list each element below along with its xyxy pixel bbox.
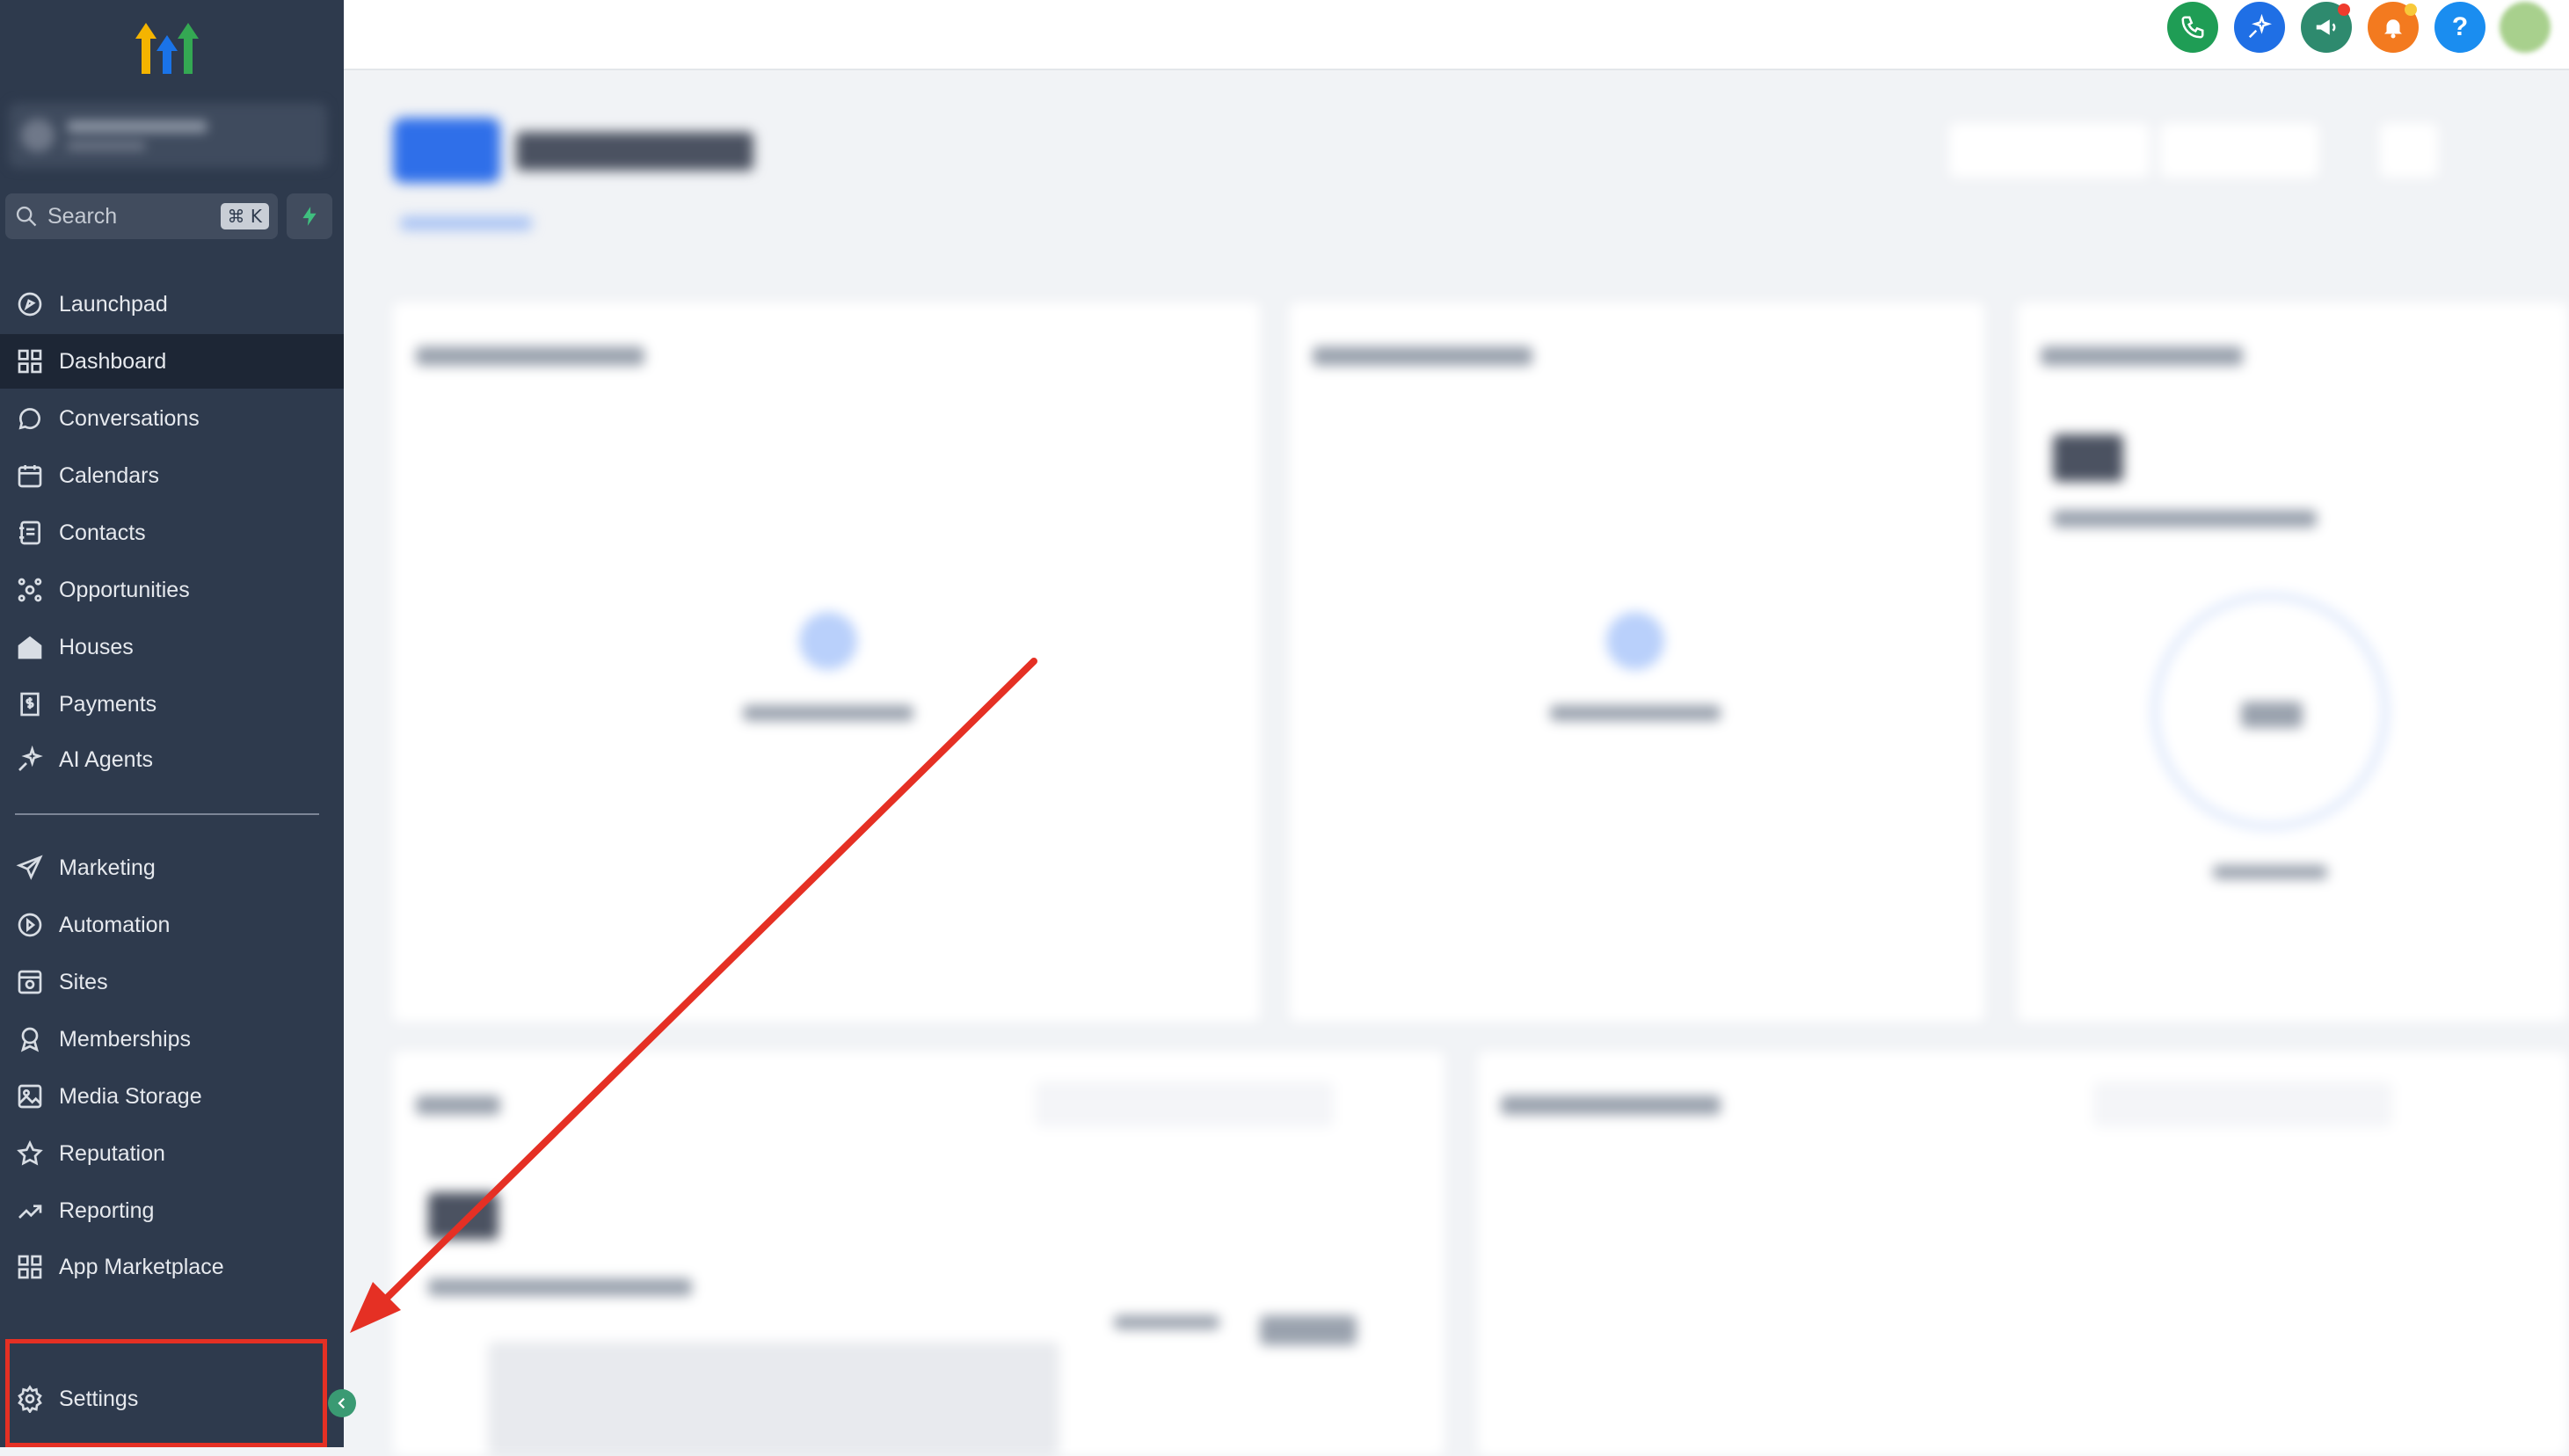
sidebar-item-label: Reporting xyxy=(59,1198,155,1223)
star-icon xyxy=(15,1139,45,1168)
sidebar-item-ai-agents[interactable]: AI Agents xyxy=(0,732,344,787)
sidebar-item-label: Dashboard xyxy=(59,348,167,374)
magic-wand-icon xyxy=(2248,14,2272,39)
payments-receipt-icon xyxy=(15,689,45,719)
sidebar-item-label: Payments xyxy=(59,691,157,717)
sidebar-item-label: Contacts xyxy=(59,520,146,545)
blurred-card xyxy=(1478,1052,2568,1456)
sidebar-item-memberships[interactable]: Memberships xyxy=(0,1012,344,1067)
sidebar-item-label: Houses xyxy=(59,634,134,659)
calendar-icon xyxy=(15,461,45,491)
search-icon xyxy=(16,206,37,227)
sidebar-item-label: Automation xyxy=(59,912,171,937)
sparkle-icon xyxy=(15,745,45,775)
user-avatar[interactable] xyxy=(2500,2,2551,53)
sidebar-item-reputation[interactable]: Reputation xyxy=(0,1126,344,1181)
badge-icon xyxy=(15,1024,45,1054)
sidebar-item-app-marketplace[interactable]: App Marketplace xyxy=(0,1240,344,1294)
contacts-book-icon xyxy=(15,518,45,548)
unread-dot xyxy=(2405,4,2417,16)
sidebar-item-reporting[interactable]: Reporting xyxy=(0,1183,344,1238)
sidebar-item-payments[interactable]: Payments xyxy=(0,677,344,732)
search-shortcut-badge: ⌘ K xyxy=(220,203,269,229)
blurred-edit-button xyxy=(2380,123,2438,178)
launchpad-icon xyxy=(15,289,45,319)
chevron-left-icon xyxy=(338,1397,346,1409)
top-bar: ? xyxy=(344,0,2569,70)
sidebar-item-opportunities[interactable]: Opportunities xyxy=(0,563,344,617)
logo-arrows-icon xyxy=(135,23,199,74)
ai-assistant-button[interactable] xyxy=(2234,2,2285,53)
sidebar-item-launchpad[interactable]: Launchpad xyxy=(0,277,344,331)
sidebar-divider xyxy=(15,813,319,815)
sidebar-item-label: Calendars xyxy=(59,462,159,488)
bell-icon xyxy=(2384,19,2402,39)
sidebar-item-calendars[interactable]: Calendars xyxy=(0,448,344,503)
notifications-button[interactable] xyxy=(2368,2,2419,53)
megaphone-icon xyxy=(2316,19,2336,35)
image-icon xyxy=(15,1081,45,1111)
sidebar-item-houses[interactable]: Houses xyxy=(0,620,344,674)
sidebar-item-contacts[interactable]: Contacts xyxy=(0,506,344,560)
sidebar-item-label: Reputation xyxy=(59,1140,165,1166)
blurred-card xyxy=(1290,302,1984,1022)
phone-button[interactable] xyxy=(2167,2,2218,53)
lightning-icon xyxy=(302,207,317,226)
blurred-filter xyxy=(2160,123,2318,178)
sidebar-item-label: Opportunities xyxy=(59,577,190,602)
sidebar-item-label: App Marketplace xyxy=(59,1254,224,1279)
dashboard-content-blurred xyxy=(344,70,2569,1456)
blurred-card xyxy=(393,302,1260,1022)
sidebar-item-conversations[interactable]: Conversations xyxy=(0,391,344,446)
settings-highlight-box xyxy=(5,1339,327,1447)
blurred-card xyxy=(393,1052,1445,1456)
blurred-card xyxy=(2018,302,2568,1022)
sidebar-item-label: Conversations xyxy=(59,405,200,431)
sites-icon xyxy=(15,967,45,997)
app-logo[interactable] xyxy=(132,16,202,79)
grid-icon xyxy=(15,1252,45,1282)
automation-icon xyxy=(15,910,45,940)
help-button[interactable]: ? xyxy=(2434,2,2485,53)
sidebar-item-label: Launchpad xyxy=(59,291,168,317)
sidebar-item-label: Media Storage xyxy=(59,1083,202,1109)
sidebar-collapse-button[interactable] xyxy=(328,1389,356,1417)
announcements-button[interactable] xyxy=(2301,2,2352,53)
chat-bubble-icon xyxy=(15,404,45,433)
sidebar-item-label: AI Agents xyxy=(59,746,154,772)
opportunities-icon xyxy=(15,575,45,605)
sidebar-item-label: Marketing xyxy=(59,855,156,880)
sidebar: Search ⌘ K Launchpad Dashboard Conversat… xyxy=(0,0,344,1447)
account-switcher[interactable] xyxy=(9,103,327,168)
sidebar-item-dashboard[interactable]: Dashboard xyxy=(0,334,344,389)
trend-icon xyxy=(15,1196,45,1226)
sidebar-item-automation[interactable]: Automation xyxy=(0,898,344,952)
phone-icon xyxy=(2181,16,2204,39)
sidebar-item-label: Sites xyxy=(59,969,108,994)
search-placeholder: Search xyxy=(47,203,118,229)
blurred-dashboard-switcher xyxy=(393,118,500,183)
search-box[interactable]: Search ⌘ K xyxy=(5,193,278,239)
blurred-filter xyxy=(1949,123,2150,178)
blurred-link xyxy=(400,216,532,230)
sidebar-item-media-storage[interactable]: Media Storage xyxy=(0,1069,344,1124)
house-icon xyxy=(15,632,45,662)
blurred-page-title xyxy=(516,132,753,171)
send-icon xyxy=(15,853,45,883)
question-icon: ? xyxy=(2451,12,2469,41)
unread-dot xyxy=(2338,4,2350,16)
sidebar-item-sites[interactable]: Sites xyxy=(0,955,344,1009)
quick-action-button[interactable] xyxy=(287,193,332,239)
dashboard-icon xyxy=(15,346,45,376)
sidebar-item-label: Memberships xyxy=(59,1026,192,1052)
sidebar-item-marketing[interactable]: Marketing xyxy=(0,841,344,895)
